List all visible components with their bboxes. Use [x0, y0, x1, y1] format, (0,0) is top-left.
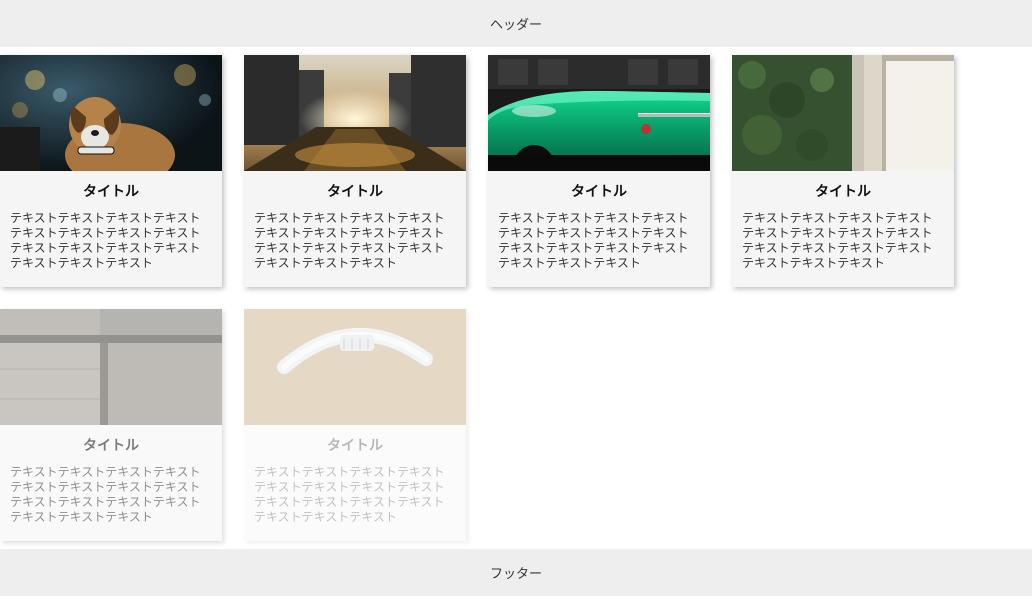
card-title: タイトル — [742, 181, 944, 201]
card-title: タイトル — [10, 181, 212, 201]
card-image — [732, 55, 954, 171]
card-title: タイトル — [254, 435, 456, 455]
card-text: テキストテキストテキストテキストテキストテキストテキストテキストテキストテキスト… — [254, 465, 456, 525]
page-footer: フッター — [0, 549, 1032, 596]
card-image — [0, 309, 222, 425]
page-header: ヘッダー — [0, 0, 1032, 47]
header-label: ヘッダー — [490, 17, 542, 32]
card-image — [244, 55, 466, 171]
card-image — [0, 55, 222, 171]
card-image — [244, 309, 466, 425]
card-text: テキストテキストテキストテキストテキストテキストテキストテキストテキストテキスト… — [10, 465, 212, 525]
card[interactable]: タイトル テキストテキストテキストテキストテキストテキストテキストテキストテキス… — [244, 309, 466, 541]
card-text: テキストテキストテキストテキストテキストテキストテキストテキストテキストテキスト… — [10, 211, 212, 271]
footer-label: フッター — [490, 566, 542, 581]
card-image — [488, 55, 710, 171]
card-text: テキストテキストテキストテキストテキストテキストテキストテキストテキストテキスト… — [254, 211, 456, 271]
card-title: タイトル — [10, 435, 212, 455]
card[interactable]: タイトル テキストテキストテキストテキストテキストテキストテキストテキストテキス… — [244, 55, 466, 287]
card-text: テキストテキストテキストテキストテキストテキストテキストテキストテキストテキスト… — [498, 211, 700, 271]
card[interactable]: タイトル テキストテキストテキストテキストテキストテキストテキストテキストテキス… — [732, 55, 954, 287]
card-text: テキストテキストテキストテキストテキストテキストテキストテキストテキストテキスト… — [742, 211, 944, 271]
card-title: タイトル — [254, 181, 456, 201]
card-title: タイトル — [498, 181, 700, 201]
card[interactable]: タイトル テキストテキストテキストテキストテキストテキストテキストテキストテキス… — [0, 309, 222, 541]
card-grid: タイトル テキストテキストテキストテキストテキストテキストテキストテキストテキス… — [0, 47, 1032, 549]
card[interactable]: タイトル テキストテキストテキストテキストテキストテキストテキストテキストテキス… — [0, 55, 222, 287]
card[interactable]: タイトル テキストテキストテキストテキストテキストテキストテキストテキストテキス… — [488, 55, 710, 287]
